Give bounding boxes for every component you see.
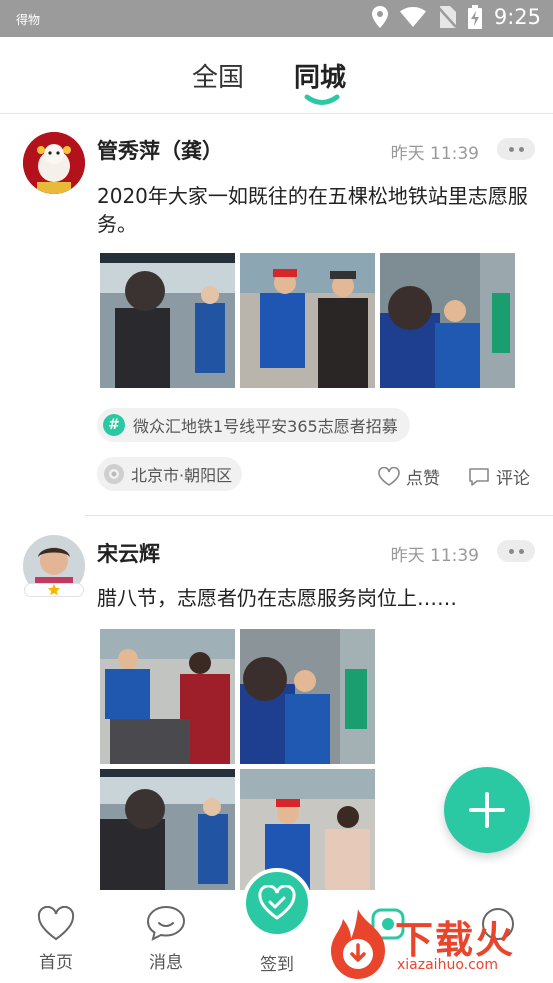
nav-home[interactable]: 首页 bbox=[16, 890, 96, 973]
avatar[interactable] bbox=[23, 132, 85, 194]
clock: 9:25 bbox=[493, 5, 541, 29]
feed-tabs: 全国 同城 bbox=[0, 37, 553, 114]
comment-icon bbox=[469, 467, 489, 486]
comment-button[interactable]: 评论 bbox=[468, 464, 530, 489]
nav-messages[interactable]: 消息 bbox=[126, 890, 206, 973]
post-content: 腊八节，志愿者仍在志愿服务岗位上…… bbox=[97, 586, 457, 610]
post-time: 昨天 11:39 bbox=[390, 546, 479, 566]
post-username[interactable]: 宋云辉 bbox=[97, 538, 160, 568]
chat-bubble-icon bbox=[146, 905, 186, 941]
tab-active-indicator bbox=[304, 94, 340, 105]
watermark-text: 下载火 bbox=[395, 918, 516, 962]
nav-checkin-label: 签到 bbox=[260, 955, 294, 975]
watermark: 下载火 xiazaihuo.com bbox=[325, 905, 550, 983]
location-label: 北京市·朝阳区 bbox=[131, 466, 233, 485]
post-photo[interactable] bbox=[100, 253, 235, 388]
tab-nationwide[interactable]: 全国 bbox=[192, 57, 244, 94]
location-pin-icon bbox=[104, 464, 124, 484]
post-photo[interactable] bbox=[100, 769, 235, 904]
like-label: 点赞 bbox=[406, 469, 440, 489]
more-options-button[interactable] bbox=[497, 540, 535, 562]
nav-home-label: 首页 bbox=[39, 953, 73, 973]
nav-checkin-button[interactable] bbox=[242, 868, 312, 938]
heart-outline-icon bbox=[37, 906, 75, 941]
nav-messages-label: 消息 bbox=[149, 953, 183, 973]
post-photo[interactable] bbox=[240, 253, 375, 388]
carrier-label: 得物 bbox=[16, 13, 41, 27]
tab-same-city[interactable]: 同城 bbox=[294, 57, 346, 94]
plus-icon bbox=[469, 792, 505, 828]
location-icon bbox=[371, 6, 388, 28]
post-divider bbox=[85, 515, 553, 516]
post-photo[interactable] bbox=[240, 629, 375, 764]
status-bar: 得物 9:25 bbox=[0, 0, 553, 37]
no-sim-icon bbox=[437, 6, 456, 28]
flame-logo-icon bbox=[331, 909, 385, 979]
hashtag-icon: # bbox=[103, 414, 125, 436]
topic-tag[interactable]: # 微众汇地铁1号线平安365志愿者招募 bbox=[97, 408, 410, 442]
post-username[interactable]: 管秀萍（龚） bbox=[97, 135, 223, 165]
post-photo[interactable] bbox=[100, 629, 235, 764]
like-button[interactable]: 点赞 bbox=[378, 464, 440, 489]
comment-label: 评论 bbox=[496, 469, 530, 489]
battery-charging-icon bbox=[467, 5, 482, 29]
watermark-url: xiazaihuo.com bbox=[397, 957, 498, 973]
heart-check-icon bbox=[258, 885, 296, 920]
heart-icon bbox=[378, 466, 400, 486]
create-post-button[interactable] bbox=[444, 767, 530, 853]
topic-label: 微众汇地铁1号线平安365志愿者招募 bbox=[133, 417, 398, 436]
post-content: 2020年大家一如既往的在五棵松地铁站里志愿服务。 bbox=[97, 184, 528, 236]
post-photo[interactable] bbox=[380, 253, 515, 388]
post-time: 昨天 11:39 bbox=[390, 144, 479, 164]
wifi-icon bbox=[399, 7, 426, 27]
location-tag[interactable]: 北京市·朝阳区 bbox=[97, 457, 243, 491]
level-badge bbox=[24, 583, 84, 597]
star-icon bbox=[48, 584, 60, 596]
more-options-button[interactable] bbox=[497, 138, 535, 160]
